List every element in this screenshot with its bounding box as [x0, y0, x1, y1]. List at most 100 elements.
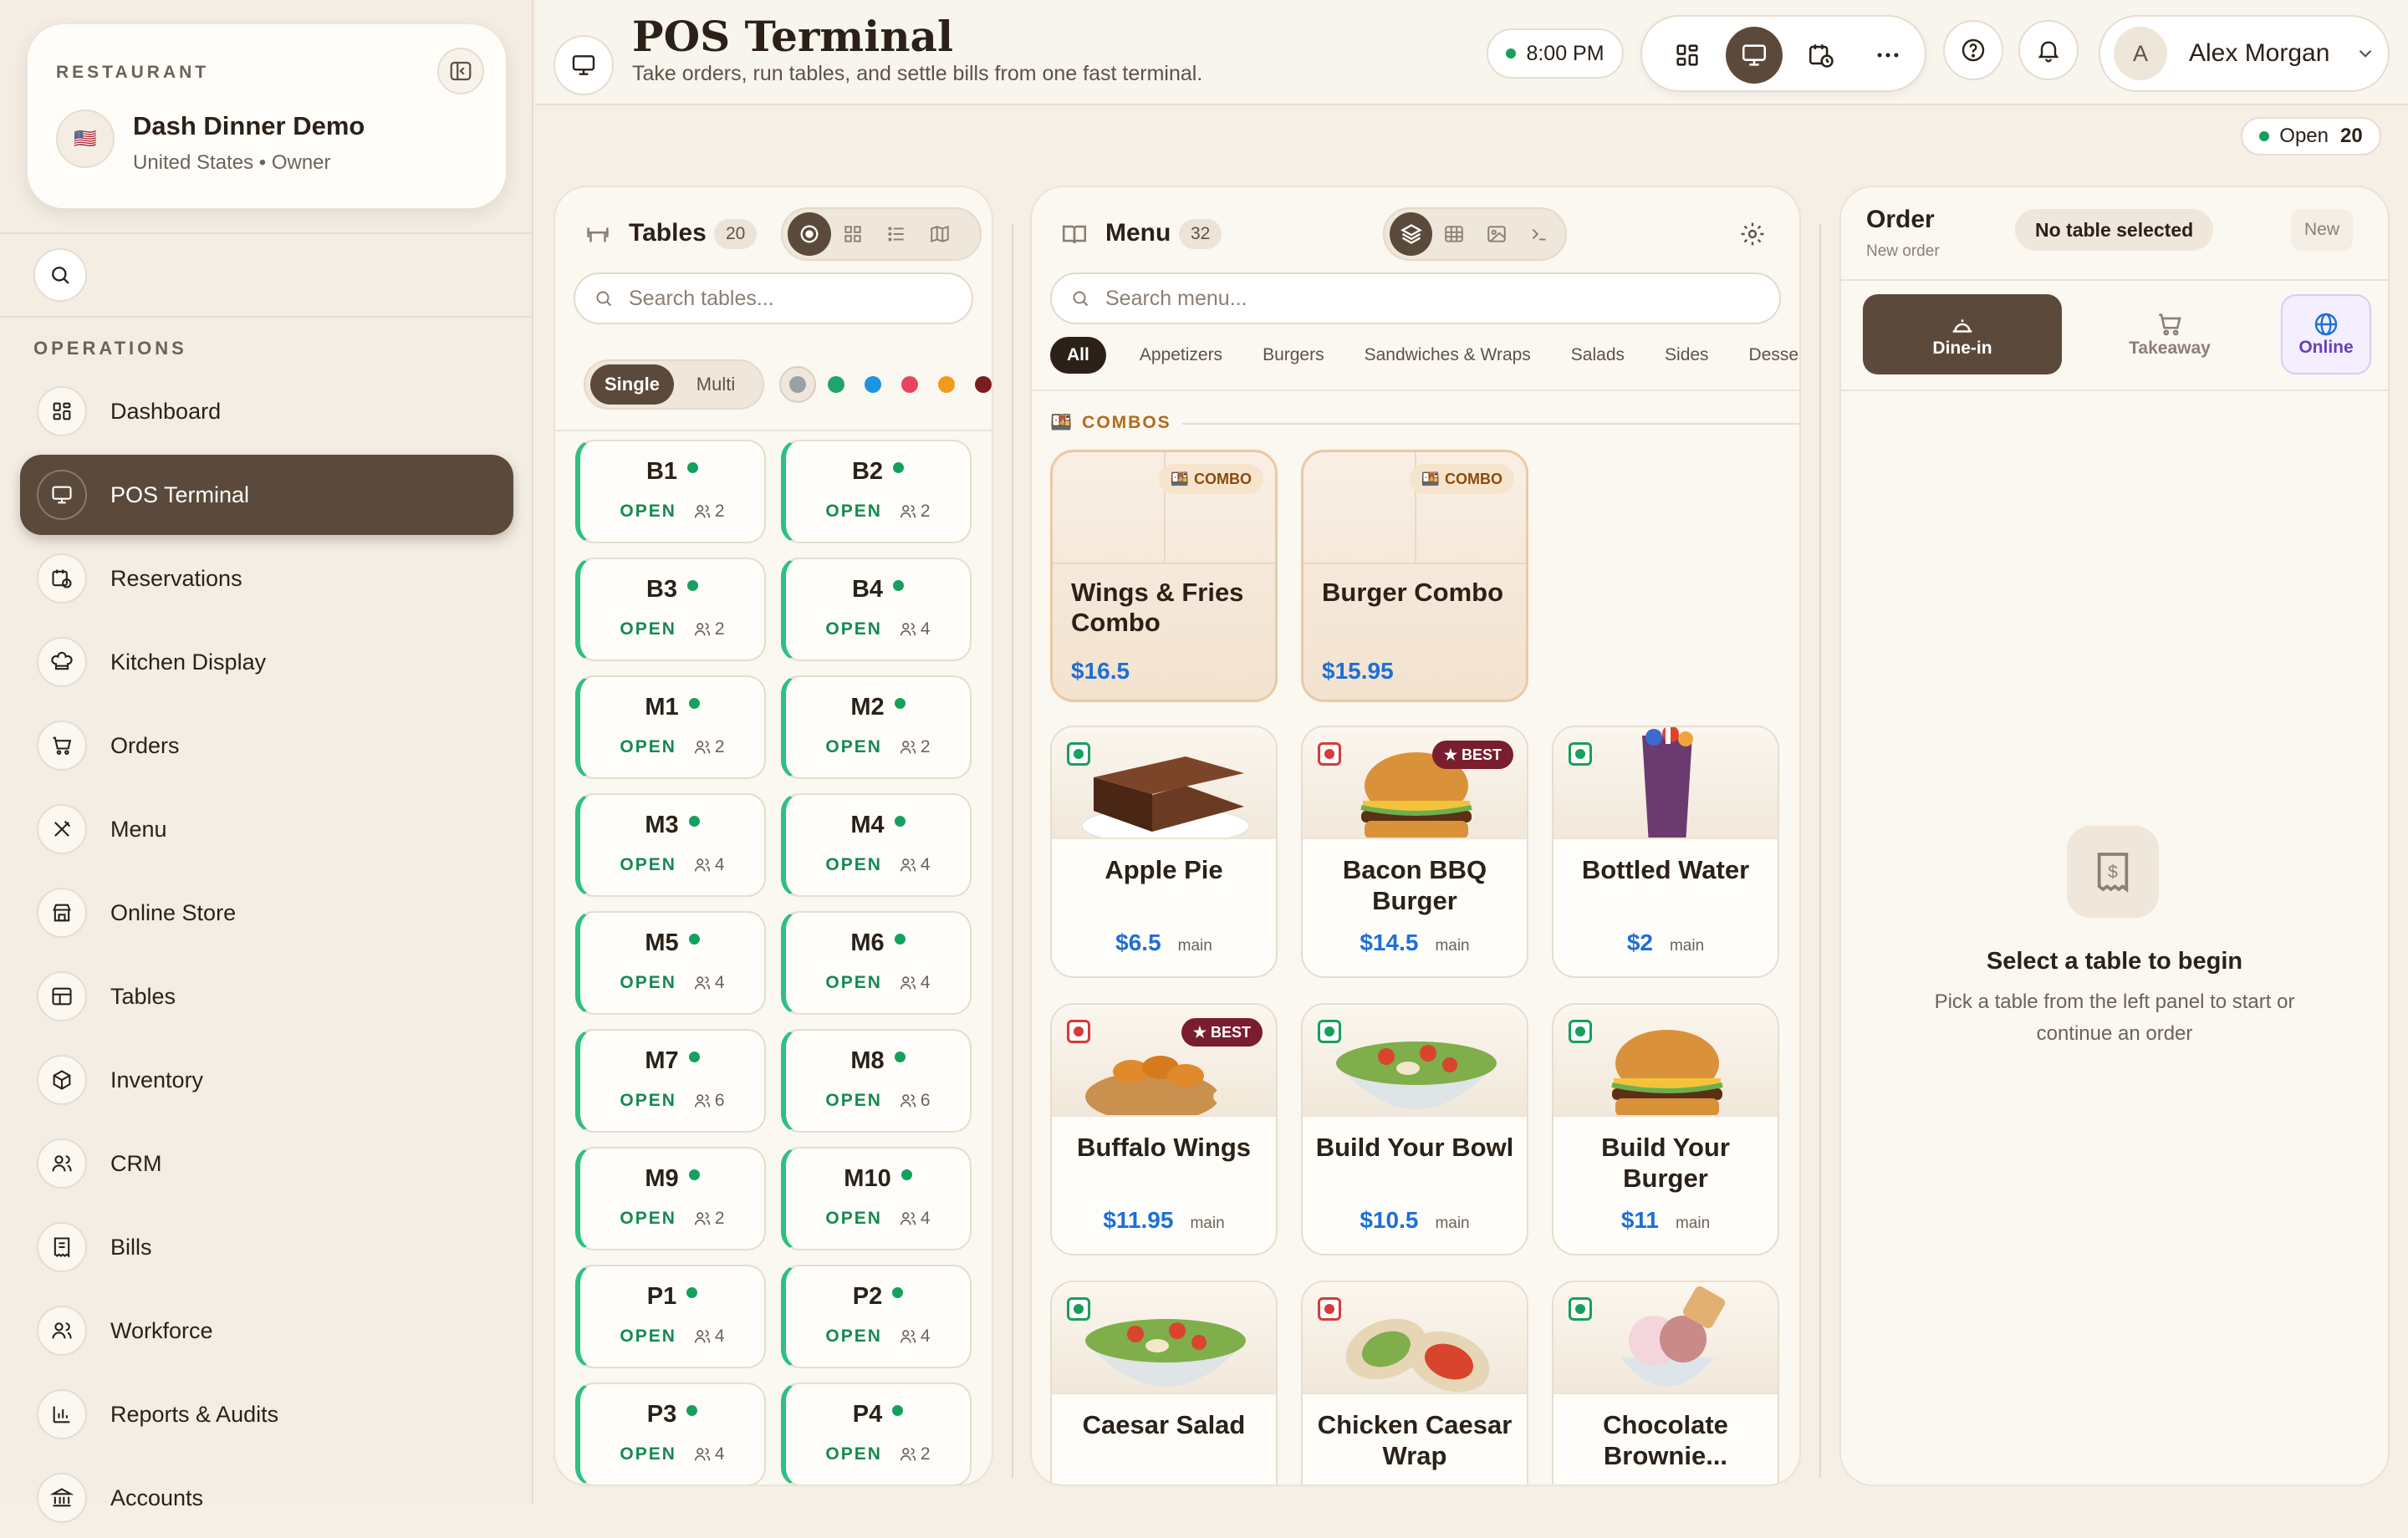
user-menu[interactable]: A Alex Morgan	[2099, 15, 2390, 92]
table-card[interactable]: B3 OPEN 2	[575, 558, 766, 661]
sidebar-item-kitchen-display[interactable]: Kitchen Display	[20, 622, 513, 702]
grid-icon	[1676, 44, 1698, 66]
menu-divider	[1032, 390, 1799, 391]
menu-settings-button[interactable]	[1739, 221, 1766, 252]
table-card[interactable]: M2 OPEN 2	[781, 675, 972, 779]
status-dot	[893, 461, 905, 473]
table-card[interactable]: P1 OPEN 4	[575, 1265, 766, 1368]
status-filter-dot[interactable]	[975, 376, 992, 393]
page-subtitle: Take orders, run tables, and settle bill…	[632, 62, 1203, 85]
grid-view-button[interactable]	[831, 212, 875, 256]
table-status: OPEN 4	[786, 973, 970, 993]
status-filter-dot[interactable]	[828, 376, 844, 393]
table-card[interactable]: M9 OPEN 2	[575, 1147, 766, 1250]
list-view-button[interactable]	[875, 212, 918, 256]
table-label: M2	[850, 694, 885, 721]
filter-all-button[interactable]	[779, 366, 816, 403]
status-filter-dot[interactable]	[865, 376, 881, 393]
new-order-button[interactable]: New	[2291, 209, 2354, 251]
category-tab[interactable]: Sandwiches & Wraps	[1365, 345, 1531, 365]
table-name: P2	[786, 1283, 970, 1311]
menu-search-input[interactable]: Search menu...	[1050, 272, 1781, 324]
menu-item-card[interactable]: Chocolate Brownie...	[1552, 1281, 1779, 1485]
table-capacity-value: 4	[920, 1327, 931, 1346]
help-button[interactable]	[1943, 20, 2003, 80]
menu-item-card[interactable]: Build Your Bowl $10.5 main	[1301, 1003, 1528, 1255]
sidebar-item-menu[interactable]: Menu	[20, 789, 513, 869]
category-tab[interactable]: All	[1050, 337, 1106, 374]
category-tab[interactable]: Sides	[1665, 345, 1709, 365]
category-tab[interactable]: Appetizers	[1140, 345, 1222, 365]
category-tab[interactable]: Burgers	[1263, 345, 1324, 365]
command-view-button[interactable]	[1518, 212, 1560, 256]
menu-item-card[interactable]: ★ BEST Bacon BBQ Burger $14.5 main	[1301, 726, 1528, 978]
menu-item-card[interactable]: Chicken Caesar Wrap	[1301, 1281, 1528, 1485]
sidebar-search-button[interactable]	[33, 248, 87, 302]
reservations-view-button[interactable]	[1793, 27, 1849, 84]
dashboard-view-button[interactable]	[1659, 27, 1716, 84]
map-view-button[interactable]	[918, 212, 962, 256]
table-name: M6	[786, 929, 970, 957]
menu-item-tag: main	[1669, 937, 1705, 955]
status-filter-dot[interactable]	[901, 376, 918, 393]
sidebar-item-accounts[interactable]: Accounts	[20, 1458, 513, 1538]
table-card[interactable]: B1 OPEN 2	[575, 440, 766, 543]
table-card[interactable]: P4 OPEN 2	[781, 1383, 972, 1485]
table-card[interactable]: M5 OPEN 4	[575, 911, 766, 1015]
image-view-button[interactable]	[1475, 212, 1518, 256]
table-card[interactable]: M3 OPEN 4	[575, 793, 766, 897]
table-card[interactable]: M10 OPEN 4	[781, 1147, 972, 1250]
table-card[interactable]: M1 OPEN 2	[575, 675, 766, 779]
status-dot	[686, 1286, 698, 1298]
pos-view-button[interactable]	[1726, 27, 1783, 84]
table-view-button[interactable]	[1432, 212, 1475, 256]
floor-view-button[interactable]	[788, 212, 831, 256]
table-card[interactable]: M7 OPEN 6	[575, 1029, 766, 1133]
online-button[interactable]: Online	[2281, 294, 2371, 374]
menu-count: 32	[1179, 219, 1222, 249]
menu-item-card[interactable]: Build Your Burger $11 main	[1552, 1003, 1779, 1255]
table-card[interactable]: M8 OPEN 6	[781, 1029, 972, 1133]
takeaway-button[interactable]: Takeaway	[2070, 294, 2269, 374]
sidebar-item-online-store[interactable]: Online Store	[20, 873, 513, 953]
sidebar-item-bills[interactable]: Bills	[20, 1207, 513, 1287]
notifications-button[interactable]	[2018, 20, 2079, 80]
table-card[interactable]: P2 OPEN 4	[781, 1265, 972, 1368]
dine-in-button[interactable]: Dine-in	[1863, 294, 2062, 374]
menu-item-card[interactable]: Caesar Salad	[1050, 1281, 1278, 1485]
menu-item-card[interactable]: ★ BEST Buffalo Wings $11.95 main	[1050, 1003, 1278, 1255]
status-dot	[894, 697, 906, 709]
sidebar-item-reports-audits[interactable]: Reports & Audits	[20, 1374, 513, 1454]
table-card[interactable]: B2 OPEN 2	[781, 440, 972, 543]
bestseller-badge: ★ BEST	[1181, 1018, 1263, 1047]
category-tab[interactable]: Desserts	[1749, 345, 1799, 365]
multi-mode-button[interactable]: Multi	[674, 364, 758, 405]
table-card[interactable]: B4 OPEN 4	[781, 558, 972, 661]
sidebar-item-inventory[interactable]: Inventory	[20, 1040, 513, 1120]
single-mode-button[interactable]: Single	[590, 364, 674, 405]
sidebar-item-workforce[interactable]: Workforce	[20, 1291, 513, 1371]
status-filter-dot[interactable]	[938, 376, 955, 393]
collapse-sidebar-button[interactable]	[437, 48, 484, 94]
combo-card[interactable]: 🍱 COMBO Burger Combo $15.95	[1301, 450, 1528, 702]
table-card[interactable]: P3 OPEN 4	[575, 1383, 766, 1485]
sidebar-item-orders[interactable]: Orders	[20, 705, 513, 786]
layers-view-button[interactable]	[1390, 212, 1432, 256]
sidebar-item-tables[interactable]: Tables	[20, 956, 513, 1036]
sidebar-item-reservations[interactable]: Reservations	[20, 538, 513, 619]
pos-icon-button[interactable]	[554, 35, 614, 95]
sidebar-item-crm[interactable]: CRM	[20, 1123, 513, 1204]
table-card[interactable]: M6 OPEN 4	[781, 911, 972, 1015]
table-status-label: OPEN	[620, 619, 676, 639]
restaurant-card[interactable]: RESTAURANT 🇺🇸 Dash Dinner Demo United St…	[27, 23, 507, 209]
more-options-button[interactable]	[1860, 27, 1916, 84]
menu-item-card[interactable]: Apple Pie $6.5 main	[1050, 726, 1278, 978]
combo-card[interactable]: 🍱 COMBO Wings & Fries Combo $16.5	[1050, 450, 1278, 702]
sidebar-item-pos-terminal[interactable]: POS Terminal	[20, 455, 513, 535]
tables-search-input[interactable]: Search tables...	[574, 272, 973, 324]
menu-item-card[interactable]: Bottled Water $2 main	[1552, 726, 1779, 978]
table-card[interactable]: M4 OPEN 4	[781, 793, 972, 897]
sidebar-item-dashboard[interactable]: Dashboard	[20, 371, 513, 451]
table-capacity: 4	[899, 1327, 931, 1347]
category-tab[interactable]: Salads	[1571, 345, 1625, 365]
